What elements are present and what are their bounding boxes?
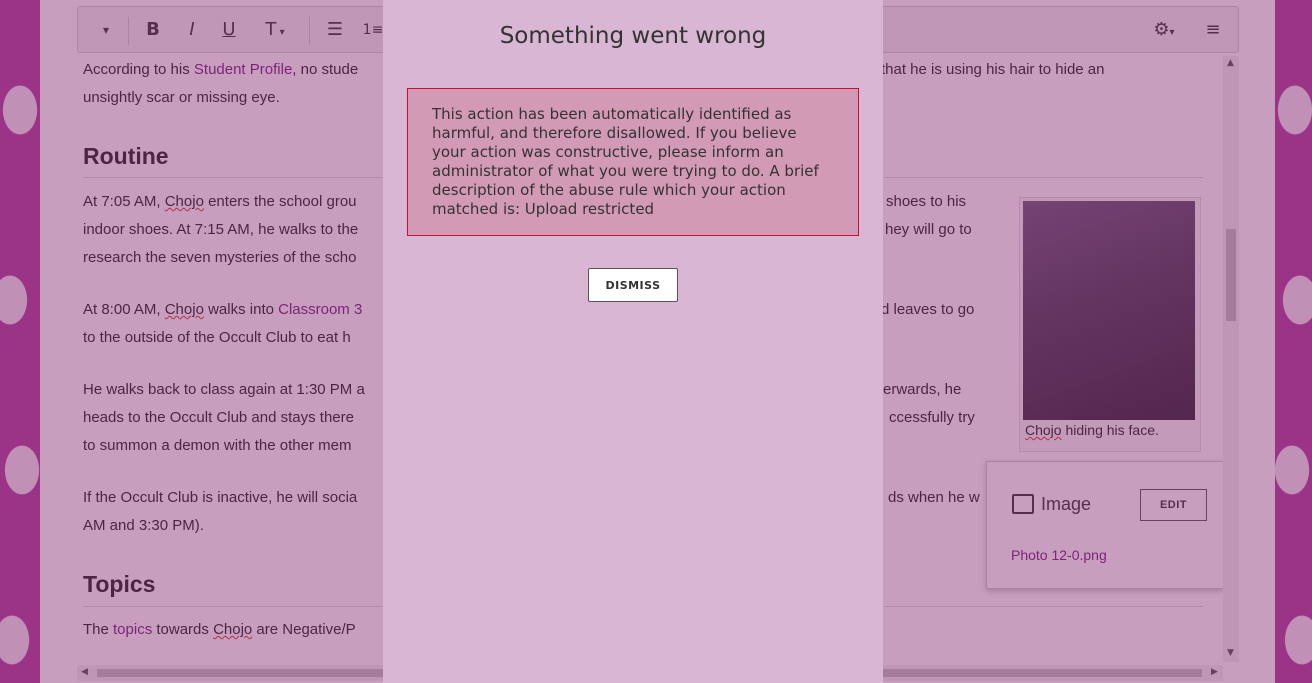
- error-dialog: Something went wrong This action has bee…: [383, 0, 883, 683]
- dismiss-button[interactable]: DISMISS: [588, 268, 678, 302]
- error-message-box: This action has been automatically ident…: [407, 88, 859, 236]
- dialog-title: Something went wrong: [499, 23, 767, 49]
